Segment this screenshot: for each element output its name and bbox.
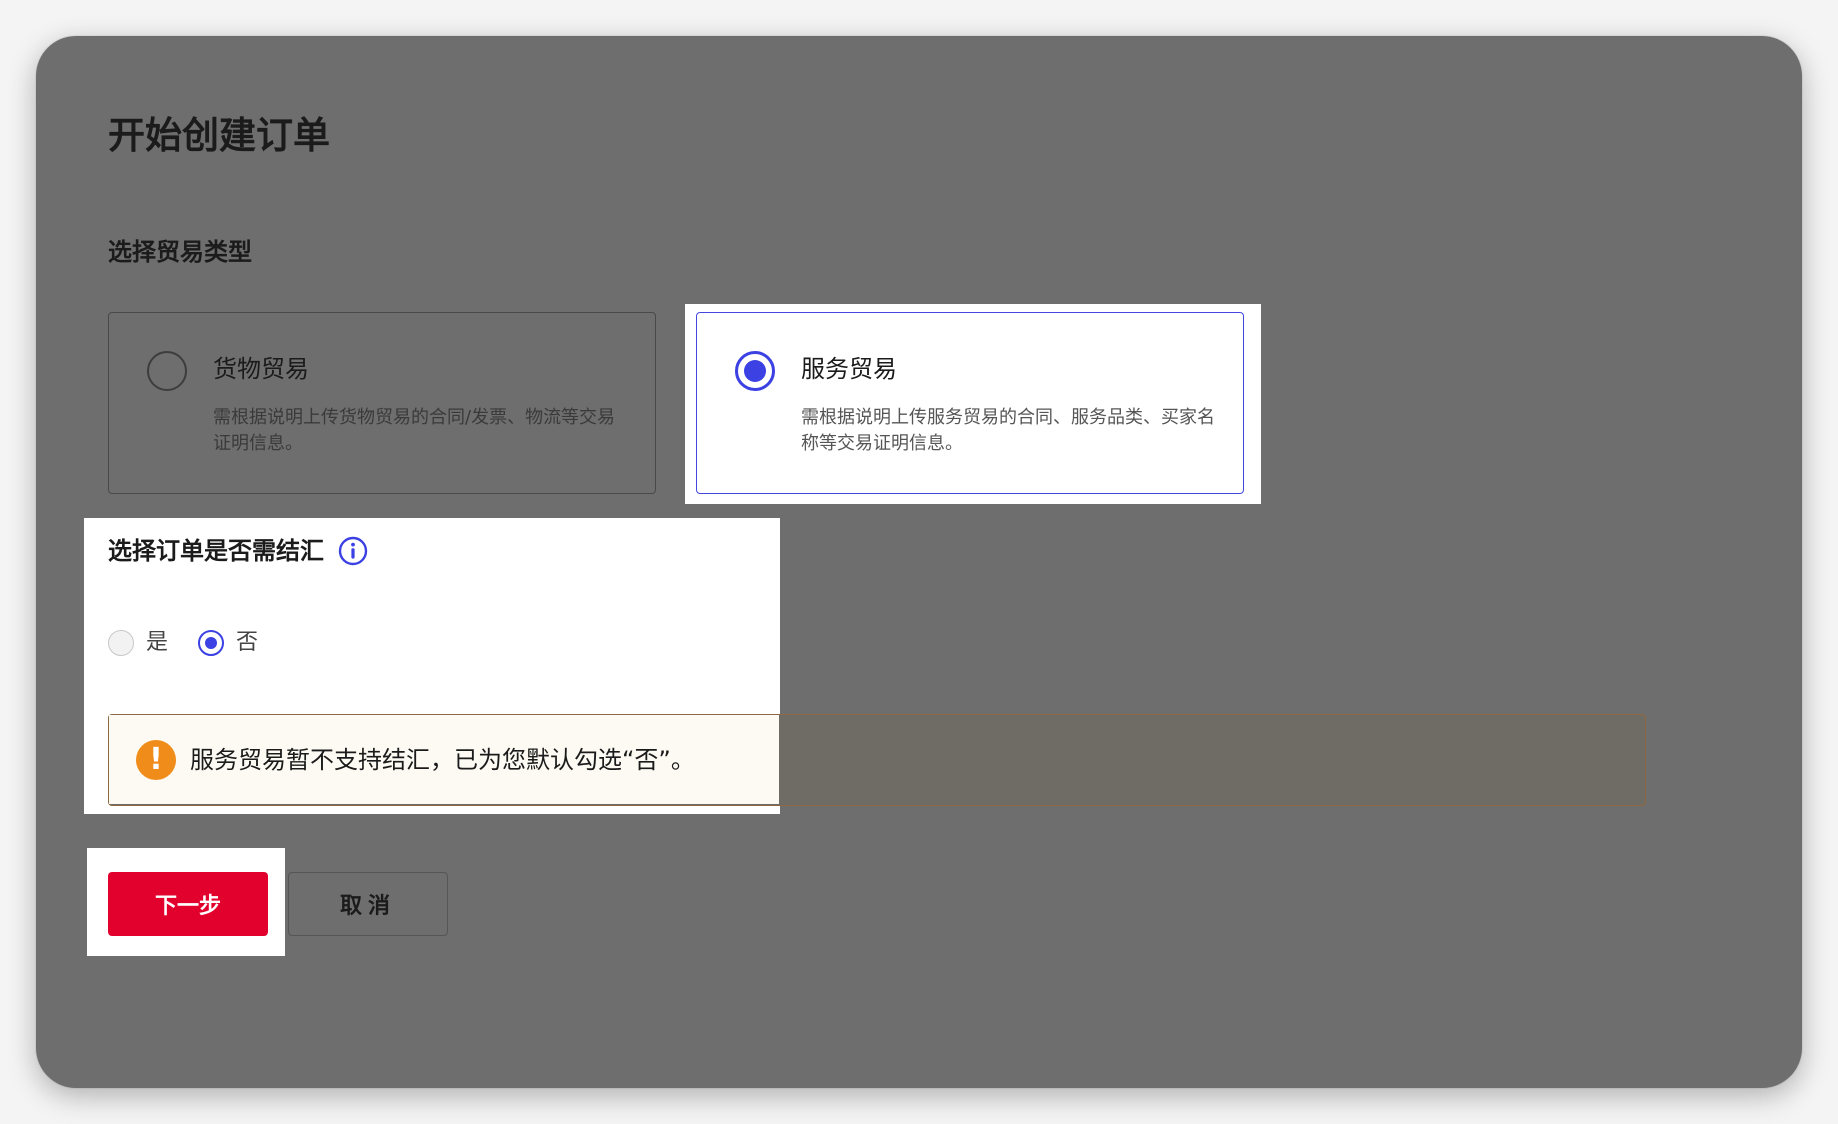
- goods-title: 货物贸易: [213, 355, 309, 383]
- exclamation-circle-icon: !: [136, 740, 176, 780]
- trade-type-section-title: 选择贸易类型: [108, 238, 252, 266]
- service-description: 需根据说明上传服务贸易的合同、服务品类、买家名称等交易证明信息。: [801, 407, 1215, 454]
- info-circle-icon[interactable]: [338, 536, 368, 566]
- warning-text: 服务贸易暂不支持结汇，已为您默认勾选“否”。: [190, 745, 695, 774]
- trade-type-option-service[interactable]: 服务贸易 需根据说明上传服务贸易的合同、服务品类、买家名称等交易证明信息。: [696, 312, 1244, 494]
- settlement-header: 选择订单是否需结汇: [108, 536, 368, 566]
- settlement-yes-radio[interactable]: [108, 630, 134, 656]
- goods-radio[interactable]: [147, 351, 187, 391]
- settlement-section-title: 选择订单是否需结汇: [108, 536, 324, 565]
- goods-description: 需根据说明上传货物贸易的合同/发票、物流等交易证明信息。: [213, 407, 616, 454]
- settlement-yes-label[interactable]: 是: [146, 632, 168, 654]
- service-title: 服务贸易: [801, 355, 897, 383]
- cancel-button[interactable]: 取消: [288, 872, 448, 936]
- page-title: 开始创建订单: [108, 114, 330, 157]
- settlement-no-label[interactable]: 否: [236, 632, 258, 654]
- dialog-window: 开始创建订单 选择贸易类型 货物贸易 需根据说明上传货物贸易的合同/发票、物流等…: [36, 36, 1802, 1088]
- settlement-radio-group: 是 否: [108, 630, 258, 656]
- service-radio[interactable]: [735, 351, 775, 391]
- next-button[interactable]: 下一步: [108, 872, 268, 936]
- settlement-no-radio[interactable]: [198, 630, 225, 656]
- trade-type-option-goods[interactable]: 货物贸易 需根据说明上传货物贸易的合同/发票、物流等交易证明信息。: [108, 312, 656, 494]
- warning-content: ! 服务贸易暂不支持结汇，已为您默认勾选“否”。: [136, 740, 695, 780]
